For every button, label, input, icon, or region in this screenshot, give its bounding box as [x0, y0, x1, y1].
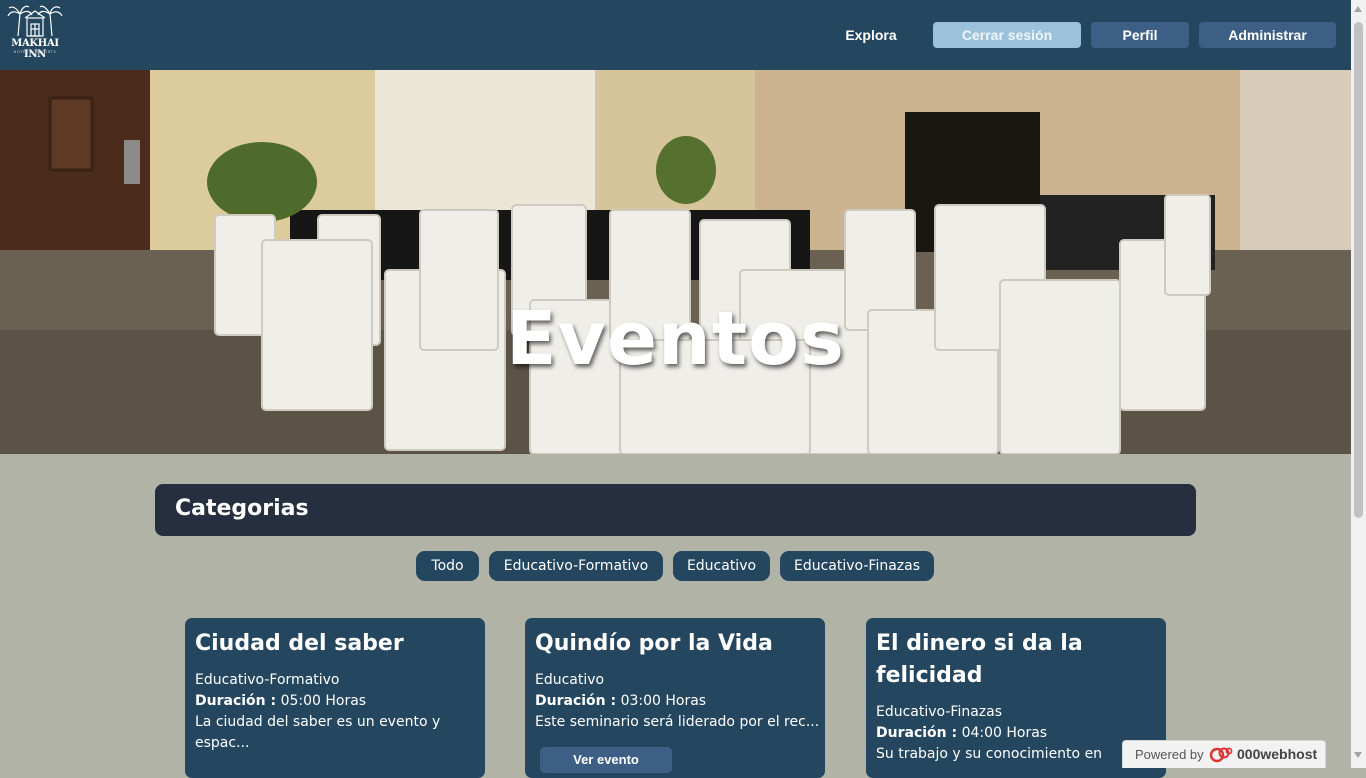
logout-button[interactable]: Cerrar sesión [933, 22, 1081, 48]
event-card[interactable]: Ciudad del saber Educativo-Formativo Dur… [185, 618, 485, 778]
000webhost-logo-icon [1209, 745, 1233, 770]
duration-label: Duración : [535, 693, 617, 709]
event-room-photo [0, 70, 1351, 454]
event-description: Este seminario será liderado por el rec.… [535, 714, 820, 730]
view-event-button[interactable]: Ver evento [540, 747, 672, 773]
powered-by-text: Powered by [1135, 747, 1204, 762]
event-title: Ciudad del saber [195, 631, 404, 656]
powered-by-badge[interactable]: Powered by 000webhost [1122, 740, 1326, 768]
page-scrollbar[interactable] [1351, 0, 1366, 768]
event-duration: Duración : 04:00 Horas [876, 723, 1160, 744]
event-duration: Duración : 05:00 Horas [195, 691, 479, 712]
event-category: Educativo [535, 672, 605, 688]
profile-button[interactable]: Perfil [1091, 22, 1189, 48]
duration-label: Duración : [195, 693, 277, 709]
categories-title: Categorias [175, 496, 309, 521]
category-chip-educativo[interactable]: Educativo [673, 551, 770, 581]
duration-value: 03:00 Horas [620, 693, 707, 709]
category-chip-educativo-formativo[interactable]: Educativo-Formativo [489, 551, 663, 581]
scroll-up-arrow-icon[interactable] [1354, 6, 1362, 12]
event-title: El dinero si da la felicidad [876, 631, 1083, 688]
top-navbar: MAKHAI INN HOTEL & RESORTS Explora Cerra… [0, 0, 1351, 70]
event-card[interactable]: El dinero si da la felicidad Educativo-F… [866, 618, 1166, 778]
event-description: La ciudad del saber es un evento y espac… [195, 714, 441, 751]
event-duration: Duración : 03:00 Horas [535, 691, 819, 712]
admin-button[interactable]: Administrar [1199, 22, 1336, 48]
scroll-down-arrow-icon[interactable] [1354, 752, 1362, 758]
hero-title: Eventos [506, 296, 845, 382]
palm-hotel-logo-icon [7, 5, 63, 37]
event-title: Quindío por la Vida [535, 631, 773, 656]
hotel-logo[interactable]: MAKHAI INN HOTEL & RESORTS [4, 4, 66, 60]
categories-header: Categorias [155, 484, 1196, 536]
event-card[interactable]: Quindío por la Vida Educativo Duración :… [525, 618, 825, 778]
000webhost-brand: 000webhost [1237, 746, 1318, 762]
duration-value: 04:00 Horas [961, 725, 1048, 741]
event-category: Educativo-Finazas [876, 704, 1003, 720]
duration-value: 05:00 Horas [280, 693, 367, 709]
scroll-thumb[interactable] [1354, 22, 1363, 518]
explore-link[interactable]: Explora [833, 22, 909, 48]
event-category: Educativo-Formativo [195, 672, 340, 688]
duration-label: Duración : [876, 725, 958, 741]
category-chip-todo[interactable]: Todo [416, 551, 479, 581]
event-description: Su trabajo y su conocimiento en [876, 746, 1103, 762]
logo-tagline: HOTEL & RESORTS [13, 50, 57, 54]
category-chip-educativo-finazas[interactable]: Educativo-Finazas [780, 551, 934, 581]
hero-banner: Eventos [0, 70, 1351, 454]
logo-name: MAKHAI INN [11, 38, 59, 60]
